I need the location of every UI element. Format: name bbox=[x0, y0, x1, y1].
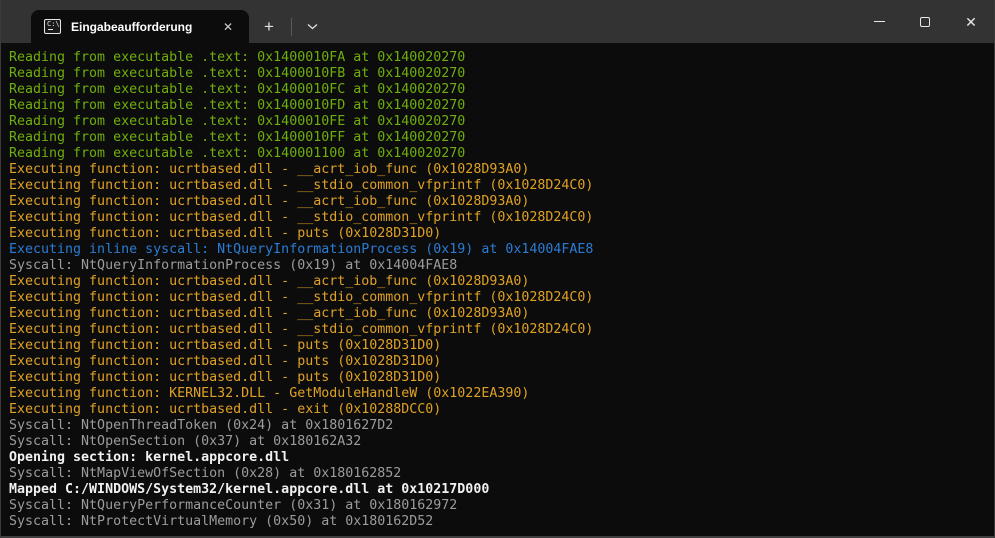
console-line: Executing function: ucrtbased.dll - puts… bbox=[9, 354, 986, 370]
tab-close-icon[interactable]: ✕ bbox=[217, 16, 239, 38]
minimize-icon bbox=[874, 21, 885, 22]
console-line: Syscall: NtOpenThreadToken (0x24) at 0x1… bbox=[9, 418, 986, 434]
chevron-down-icon bbox=[307, 23, 318, 30]
console-line: Mapped C:/WINDOWS/System32/kernel.appcor… bbox=[9, 482, 986, 498]
tab-title: Eingabeaufforderung bbox=[71, 20, 217, 34]
console-line: Reading from executable .text: 0x1400010… bbox=[9, 50, 986, 66]
console-line: Executing function: ucrtbased.dll - __st… bbox=[9, 178, 986, 194]
console-output[interactable]: Reading from executable .text: 0x1400010… bbox=[1, 43, 994, 536]
close-button[interactable]: ✕ bbox=[948, 0, 994, 43]
minimize-button[interactable] bbox=[856, 0, 902, 43]
console-line: Executing function: ucrtbased.dll - puts… bbox=[9, 338, 986, 354]
tabbar-separator bbox=[291, 18, 292, 36]
close-icon: ✕ bbox=[965, 15, 977, 29]
console-line: Executing inline syscall: NtQueryInforma… bbox=[9, 242, 986, 258]
tab-eingabeaufforderung[interactable]: Eingabeaufforderung ✕ bbox=[31, 10, 249, 43]
console-line: Executing function: ucrtbased.dll - __st… bbox=[9, 322, 986, 338]
console-line: Executing function: ucrtbased.dll - __ac… bbox=[9, 274, 986, 290]
tabbar-actions: + bbox=[253, 10, 326, 43]
console-line: Syscall: NtMapViewOfSection (0x28) at 0x… bbox=[9, 466, 986, 482]
maximize-icon bbox=[920, 17, 930, 27]
console-line: Reading from executable .text: 0x1400011… bbox=[9, 146, 986, 162]
terminal-window: Eingabeaufforderung ✕ + ✕ Reading fr bbox=[0, 0, 995, 538]
console-line: Executing function: ucrtbased.dll - __ac… bbox=[9, 162, 986, 178]
console-line: Executing function: ucrtbased.dll - __st… bbox=[9, 290, 986, 306]
console-line: Syscall: NtProtectVirtualMemory (0x50) a… bbox=[9, 514, 986, 530]
console-line: Reading from executable .text: 0x1400010… bbox=[9, 114, 986, 130]
console-line: Executing function: ucrtbased.dll - exit… bbox=[9, 402, 986, 418]
console-line: Syscall: NtQueryInformationProcess (0x19… bbox=[9, 258, 986, 274]
console-line: Executing function: ucrtbased.dll - __ac… bbox=[9, 306, 986, 322]
tab-dropdown-button[interactable] bbox=[298, 14, 326, 40]
console-line: Reading from executable .text: 0x1400010… bbox=[9, 82, 986, 98]
console-line: Reading from executable .text: 0x1400010… bbox=[9, 66, 986, 82]
console-line: Reading from executable .text: 0x1400010… bbox=[9, 130, 986, 146]
console-line: Executing function: ucrtbased.dll - puts… bbox=[9, 370, 986, 386]
console-line: Executing function: ucrtbased.dll - puts… bbox=[9, 226, 986, 242]
console-line: Syscall: NtQueryPerformanceCounter (0x31… bbox=[9, 498, 986, 514]
console-line: Executing function: ucrtbased.dll - __st… bbox=[9, 210, 986, 226]
new-tab-button[interactable]: + bbox=[253, 14, 285, 40]
titlebar: Eingabeaufforderung ✕ + ✕ bbox=[1, 0, 994, 43]
maximize-button[interactable] bbox=[902, 0, 948, 43]
console-line: Syscall: NtOpenSection (0x37) at 0x18016… bbox=[9, 434, 986, 450]
console-line: Executing function: ucrtbased.dll - __ac… bbox=[9, 194, 986, 210]
cmd-icon bbox=[44, 19, 61, 34]
console-line: Executing function: KERNEL32.DLL - GetMo… bbox=[9, 386, 986, 402]
console-line: Opening section: kernel.appcore.dll bbox=[9, 450, 986, 466]
window-controls: ✕ bbox=[856, 0, 994, 43]
console-line: Reading from executable .text: 0x1400010… bbox=[9, 98, 986, 114]
